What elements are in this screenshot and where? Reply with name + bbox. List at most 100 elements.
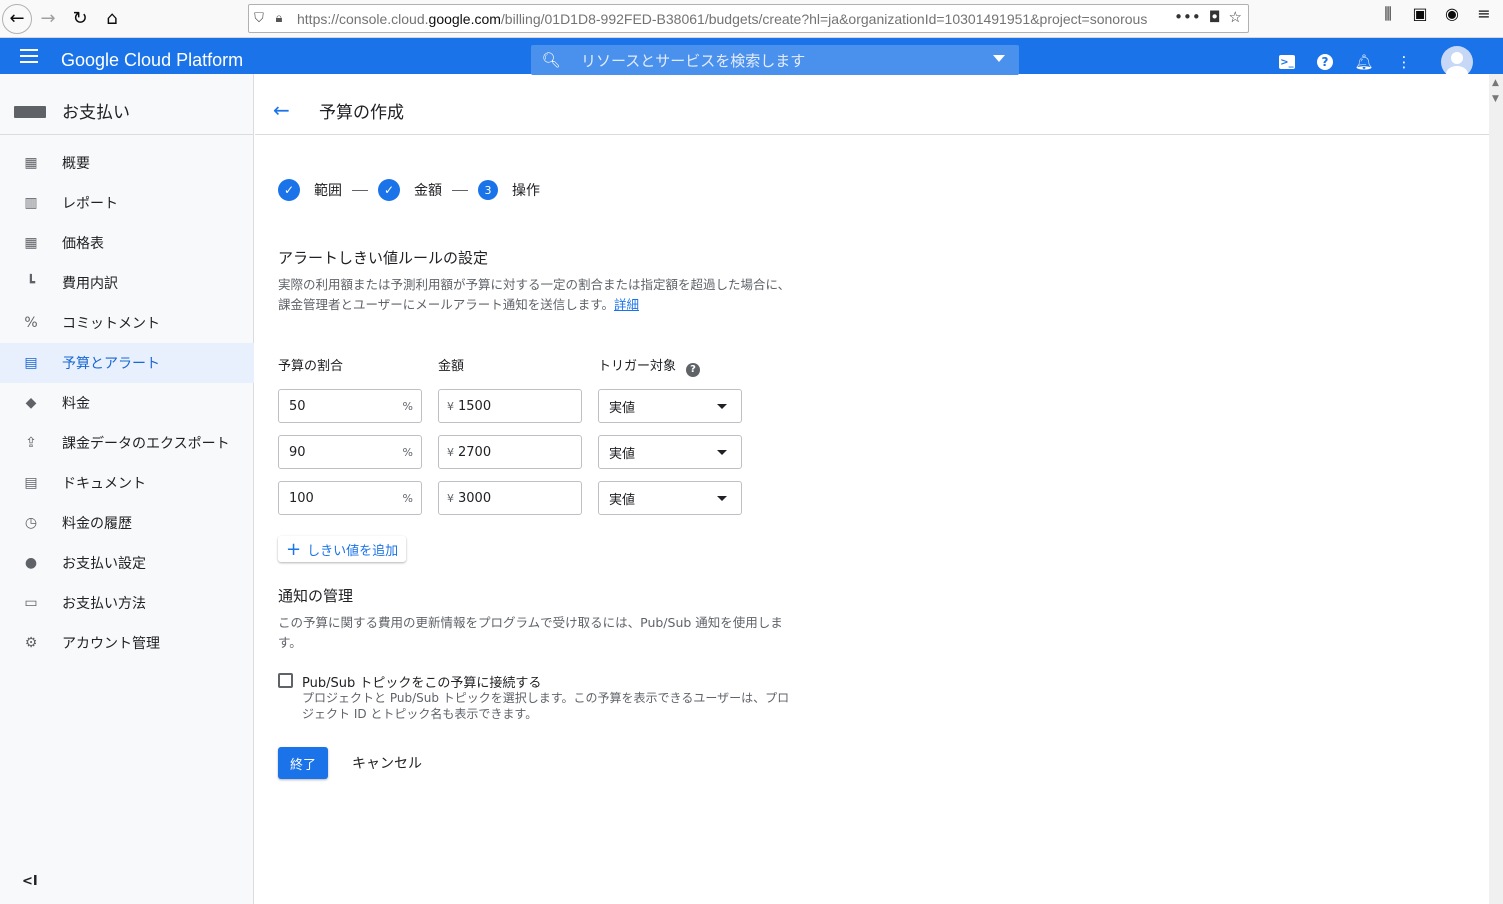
column-header-amount: 金額 — [438, 359, 465, 374]
address-bar[interactable]: ⛉ 🔒︎ https://console.cloud.google.com/bi… — [248, 4, 1249, 33]
plus-icon: + — [286, 538, 302, 560]
check-icon[interactable]: ✓ — [278, 179, 300, 201]
dropdown-caret-icon — [717, 450, 727, 455]
upload-icon: ⇪ — [25, 435, 37, 451]
trigger-select[interactable]: 実値 — [598, 389, 742, 423]
url-text[interactable]: https://console.cloud.google.com/billing… — [297, 11, 1147, 27]
dropdown-caret-icon — [717, 404, 727, 409]
pubsub-description: プロジェクトと Pub/Sub トピックを選択します。この予算を表示できるユーザ… — [302, 691, 790, 721]
percent-input[interactable]: 90% — [278, 435, 422, 469]
step-number: 3 — [478, 180, 498, 200]
alert-section-title: アラートしきい値ルールの設定 — [278, 249, 489, 267]
alert-description: 実際の利用額または予測利用額が予算に対する一定の割合または指定額を超過した場合に… — [278, 277, 791, 312]
dropdown-caret-icon — [717, 496, 727, 501]
step-scope[interactable]: 範囲 — [314, 180, 342, 200]
credit-card-icon: ▭ — [24, 595, 38, 611]
budget-icon: ▤ — [24, 355, 38, 371]
notification-bell-icon[interactable]: 🔔︎ — [1354, 53, 1373, 71]
pubsub-checkbox-label[interactable]: Pub/Sub トピックをこの予算に接続する — [302, 672, 541, 691]
back-arrow-icon[interactable]: ← — [2, 3, 32, 34]
forward-arrow-icon[interactable]: → — [32, 3, 64, 35]
person-icon: ● — [24, 555, 38, 571]
account-icon[interactable]: ◉ — [1441, 4, 1463, 24]
sidebar-item-billing-export[interactable]: ⇪ 課金データのエクスポート — [0, 423, 254, 463]
tag-icon: ◆ — [25, 395, 37, 411]
sidebar-item-payment-method[interactable]: ▭ お支払い方法 — [0, 583, 254, 623]
percent-icon: % — [24, 315, 38, 331]
trigger-select[interactable]: 実値 — [598, 481, 742, 515]
reload-icon[interactable]: ↻ — [64, 3, 96, 35]
notify-description: この予算に関する費用の更新情報をプログラムで受け取るには、Pub/Sub 通知を… — [278, 615, 783, 650]
library-icon[interactable]: ⫼ — [1377, 4, 1399, 24]
sidebar-item-overview[interactable]: ▦ 概要 — [0, 143, 254, 183]
search-icon: 🔍︎ — [541, 51, 561, 69]
back-arrow-icon[interactable]: ← — [273, 98, 290, 122]
sidebar-item-commitments[interactable]: % コミットメント — [0, 303, 254, 343]
home-icon[interactable]: ⌂ — [96, 3, 128, 35]
step-amount[interactable]: 金額 — [414, 180, 442, 200]
sidebar-header: お支払い — [0, 90, 254, 135]
help-icon[interactable]: ? — [686, 362, 701, 377]
dashboard-icon: ▦ — [24, 155, 38, 171]
step-divider — [452, 189, 468, 191]
amount-input[interactable]: ¥3000 — [438, 481, 582, 515]
history-icon: ◷ — [24, 515, 38, 531]
billing-icon — [14, 106, 46, 118]
trigger-select[interactable]: 実値 — [598, 435, 742, 469]
browser-toolbar: ← → ↻ ⌂ ⛉ 🔒︎ https://console.cloud.googl… — [0, 0, 1503, 38]
sidebar-item-cost-breakdown[interactable]: ┗ 費用内訳 — [0, 263, 254, 303]
shield-icon[interactable]: ⛉ — [249, 11, 269, 26]
sidebar-item-budgets-alerts[interactable]: ▤ 予算とアラート — [0, 343, 254, 383]
collapse-sidebar-icon[interactable]: <I — [22, 874, 38, 889]
lock-icon[interactable]: 🔒︎ — [269, 11, 289, 26]
scroll-down-icon[interactable]: ▼ — [1492, 94, 1499, 104]
cloud-shell-icon[interactable]: >_ — [1279, 55, 1295, 69]
more-dots-icon[interactable]: ••• — [1174, 8, 1201, 26]
finish-button[interactable]: 終了 — [278, 747, 328, 779]
pubsub-checkbox[interactable] — [278, 673, 293, 688]
notify-section-title: 通知の管理 — [278, 587, 354, 605]
pocket-icon[interactable]: ◘ — [1209, 8, 1221, 26]
percent-input[interactable]: 100% — [278, 481, 422, 515]
bar-chart-icon: ▥ — [24, 195, 38, 211]
more-vert-icon[interactable]: ⋮ — [1395, 53, 1413, 71]
sidebar-item-payment-settings[interactable]: ● お支払い設定 — [0, 543, 254, 583]
sidebar-item-account-management[interactable]: ⚙ アカウント管理 — [0, 623, 254, 663]
scroll-up-icon[interactable]: ▲ — [1492, 78, 1499, 88]
avatar[interactable] — [1441, 46, 1473, 78]
stepper: ✓ 範囲 ✓ 金額 3 操作 — [278, 179, 540, 201]
sidebar-item-history[interactable]: ◷ 料金の履歴 — [0, 503, 254, 543]
chevron-down-icon[interactable] — [993, 55, 1005, 62]
search-placeholder: リソースとサービスを検索します — [581, 51, 806, 70]
menu-icon[interactable]: ≡ — [1473, 4, 1495, 24]
page-scrollbar[interactable]: ▲ ▼ — [1489, 74, 1503, 904]
check-icon[interactable]: ✓ — [378, 179, 400, 201]
column-header-percent: 予算の割合 — [278, 359, 344, 374]
help-icon[interactable]: ? — [1317, 54, 1333, 70]
sidebar-toggle-icon[interactable]: ▣ — [1409, 4, 1431, 24]
sidebar-item-pricing[interactable]: ▦ 価格表 — [0, 223, 254, 263]
hamburger-menu-icon[interactable] — [20, 49, 38, 63]
sidebar-item-charges[interactable]: ◆ 料金 — [0, 383, 254, 423]
page-title: 予算の作成 — [319, 103, 404, 123]
sidebar-section-title: お支払い — [62, 103, 130, 123]
product-title[interactable]: Google Cloud Platform — [61, 50, 243, 71]
sidebar-item-documents[interactable]: ▤ ドキュメント — [0, 463, 254, 503]
table-icon: ▦ — [24, 235, 38, 251]
breakdown-icon: ┗ — [26, 275, 36, 291]
sidebar-item-reports[interactable]: ▥ レポート — [0, 183, 254, 223]
document-icon: ▤ — [24, 475, 38, 491]
amount-input[interactable]: ¥1500 — [438, 389, 582, 423]
column-header-trigger: トリガー対象? — [598, 355, 701, 377]
gear-icon: ⚙ — [24, 635, 38, 651]
cancel-button[interactable]: キャンセル — [344, 747, 430, 779]
percent-input[interactable]: 50% — [278, 389, 422, 423]
learn-more-link[interactable]: 詳細 — [614, 297, 639, 312]
step-actions: 操作 — [512, 183, 540, 199]
add-threshold-button[interactable]: + しきい値を追加 — [278, 536, 407, 562]
search-input[interactable]: 🔍︎ リソースとサービスを検索します — [531, 45, 1019, 75]
amount-input[interactable]: ¥2700 — [438, 435, 582, 469]
page-title-bar: ← 予算の作成 — [255, 90, 1489, 135]
bookmark-star-icon[interactable]: ☆ — [1229, 8, 1242, 26]
step-divider — [352, 189, 368, 191]
